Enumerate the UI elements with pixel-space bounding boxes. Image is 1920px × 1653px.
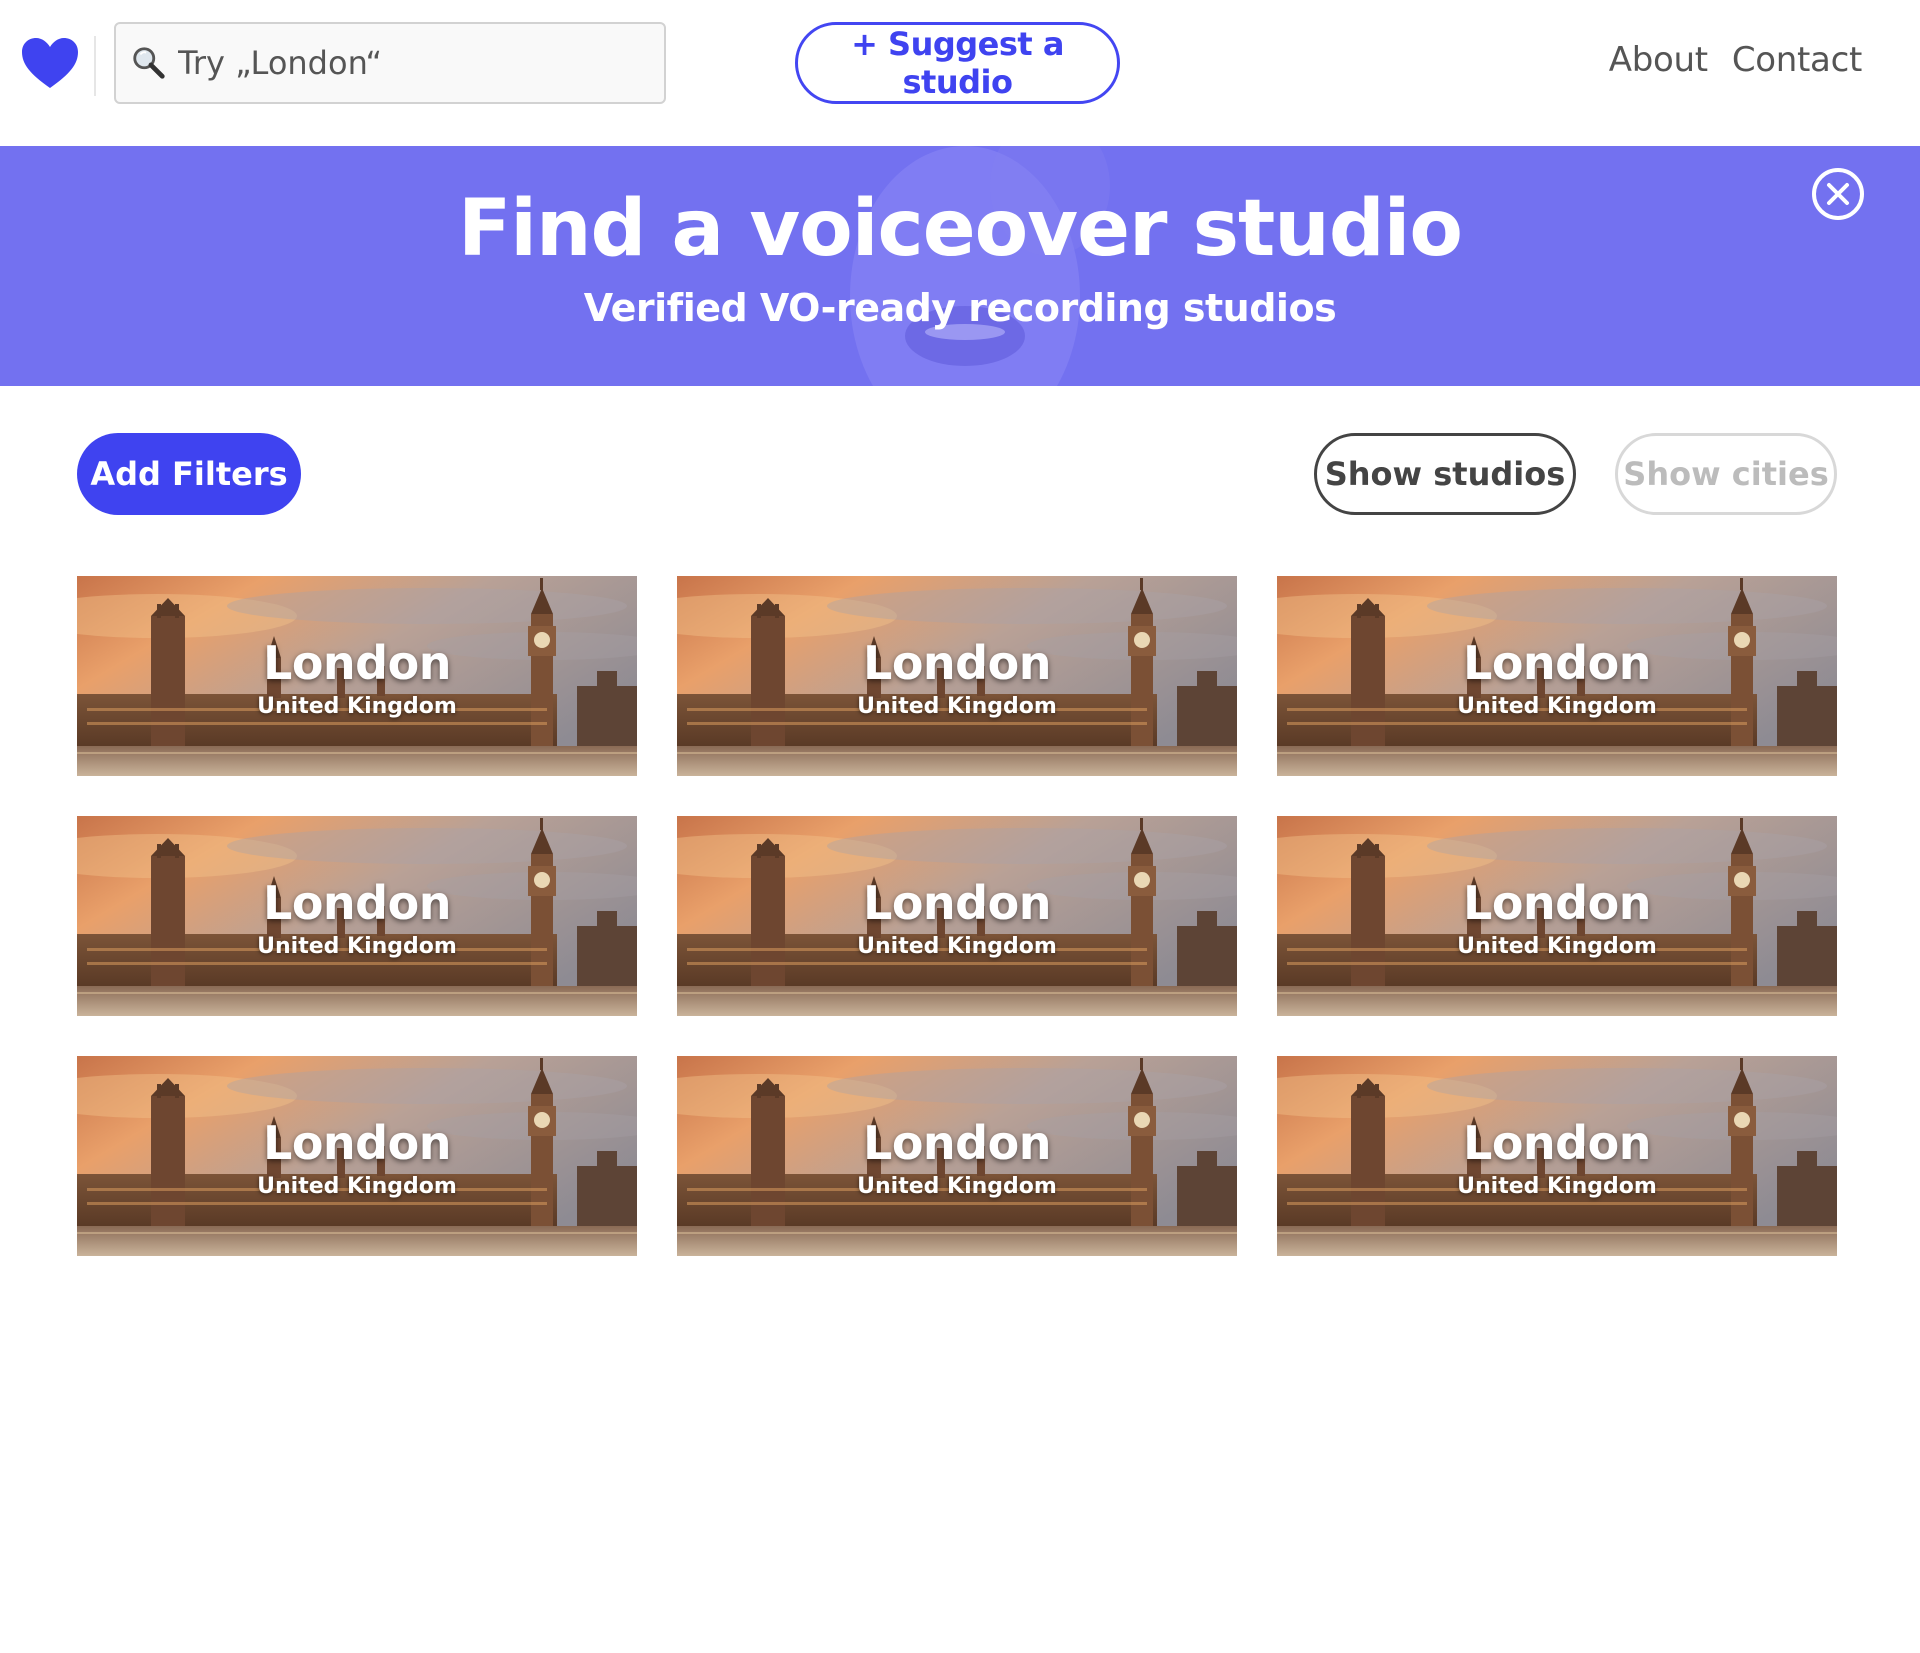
city-card[interactable]: London United Kingdom bbox=[1277, 1056, 1837, 1256]
country-name: United Kingdom bbox=[1457, 694, 1657, 719]
country-name: United Kingdom bbox=[257, 694, 457, 719]
city-name: London bbox=[263, 1116, 451, 1170]
search-icon bbox=[133, 47, 165, 79]
city-card[interactable]: London United Kingdom bbox=[1277, 816, 1837, 1016]
show-cities-toggle[interactable]: Show cities bbox=[1615, 433, 1837, 515]
top-nav: About Contact bbox=[1609, 40, 1863, 80]
suggest-studio-button[interactable]: + Suggest a studio bbox=[795, 22, 1120, 104]
country-name: United Kingdom bbox=[857, 934, 1057, 959]
city-card[interactable]: London United Kingdom bbox=[1277, 576, 1837, 776]
city-card[interactable]: London United Kingdom bbox=[677, 816, 1237, 1016]
hero-title: Find a voiceover studio bbox=[458, 184, 1463, 274]
nav-link-about[interactable]: About bbox=[1609, 40, 1708, 80]
city-card[interactable]: London United Kingdom bbox=[677, 576, 1237, 776]
country-name: United Kingdom bbox=[857, 1174, 1057, 1199]
city-name: London bbox=[1463, 636, 1651, 690]
close-icon[interactable] bbox=[1810, 166, 1866, 222]
hero-subtitle: Verified VO-ready recording studios bbox=[583, 286, 1337, 330]
hero-banner: Find a voiceover studio Verified VO-read… bbox=[0, 146, 1920, 386]
nav-link-contact[interactable]: Contact bbox=[1732, 40, 1862, 80]
search-input[interactable] bbox=[178, 33, 648, 93]
country-name: United Kingdom bbox=[257, 934, 457, 959]
country-name: United Kingdom bbox=[1457, 1174, 1657, 1199]
logo-divider bbox=[94, 36, 96, 96]
city-name: London bbox=[863, 876, 1051, 930]
city-name: London bbox=[863, 1116, 1051, 1170]
country-name: United Kingdom bbox=[257, 1174, 457, 1199]
heart-logo-icon[interactable] bbox=[20, 36, 80, 92]
city-name: London bbox=[263, 876, 451, 930]
city-name: London bbox=[1463, 1116, 1651, 1170]
city-card[interactable]: London United Kingdom bbox=[77, 576, 637, 776]
city-name: London bbox=[263, 636, 451, 690]
city-card[interactable]: London United Kingdom bbox=[677, 1056, 1237, 1256]
show-studios-toggle[interactable]: Show studios bbox=[1314, 433, 1576, 515]
country-name: United Kingdom bbox=[1457, 934, 1657, 959]
city-grid: London United Kingdom London United King… bbox=[77, 576, 1838, 1256]
city-name: London bbox=[1463, 876, 1651, 930]
site-header: + Suggest a studio About Contact bbox=[0, 0, 1920, 146]
city-card[interactable]: London United Kingdom bbox=[77, 816, 637, 1016]
country-name: United Kingdom bbox=[857, 694, 1057, 719]
results-toolbar: Add Filters Show studios Show cities bbox=[0, 386, 1920, 536]
add-filters-button[interactable]: Add Filters bbox=[77, 433, 301, 515]
city-name: London bbox=[863, 636, 1051, 690]
city-card[interactable]: London United Kingdom bbox=[77, 1056, 637, 1256]
search-box[interactable] bbox=[114, 22, 666, 104]
